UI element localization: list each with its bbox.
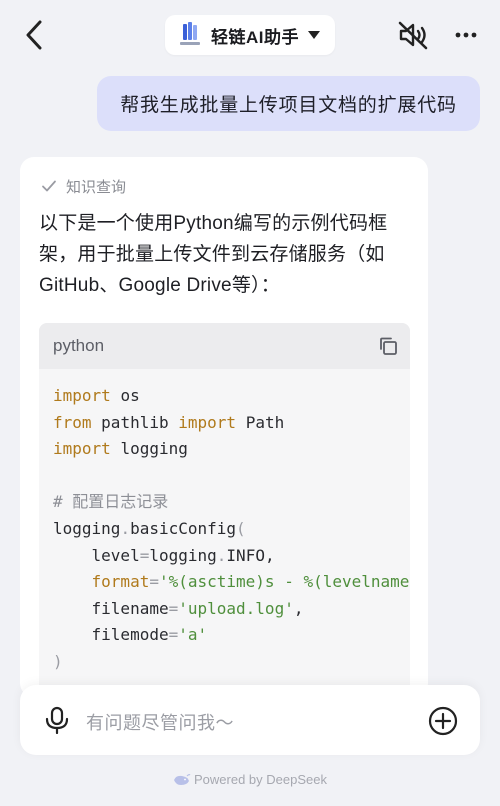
code-token: level: [91, 545, 140, 565]
answer-intro-text: 以下是一个使用Python编写的示例代码框架，用于批量上传文件到云存储服务（如G…: [39, 213, 388, 296]
code-token: logging: [149, 545, 217, 565]
knowledge-query-status[interactable]: 知识查询: [40, 175, 126, 197]
code-string: 'upload.log': [178, 598, 294, 618]
chevron-left-icon: [26, 20, 42, 50]
copy-icon: [380, 337, 397, 355]
code-comment: # 配置日志记录: [53, 492, 169, 512]
code-line: import os: [53, 383, 410, 410]
assistant-answer-card: 知识查询 以下是一个使用Python编写的示例代码框架，用于批量上传文件到云存储…: [20, 157, 428, 697]
deepseek-whale-icon: [174, 773, 191, 785]
code-line: # 配置日志记录: [53, 489, 410, 516]
code-content: import os from pathlib import Path import …: [39, 369, 410, 676]
more-dots-icon: [455, 32, 477, 38]
code-block: python import os from pathlib import Path…: [39, 323, 410, 697]
code-line: filemode='a': [53, 622, 410, 649]
code-token: basicConfig: [130, 518, 237, 538]
code-line: logging.basicConfig(: [53, 516, 410, 543]
code-token: logging: [120, 439, 188, 459]
code-token: =: [149, 572, 159, 592]
code-token: import: [178, 412, 237, 432]
code-token: =: [168, 598, 179, 618]
code-line: level=logging.INFO,: [53, 543, 410, 570]
user-message-bubble: 帮我生成批量上传项目文档的扩展代码: [97, 76, 480, 131]
code-token: os: [120, 386, 140, 405]
code-token: INFO,: [226, 545, 275, 565]
code-token: =: [168, 625, 179, 645]
code-token: import: [53, 439, 111, 459]
code-token: .: [120, 518, 131, 538]
code-line: ): [53, 649, 410, 676]
code-token: import: [53, 386, 111, 405]
code-token: ): [53, 651, 63, 671]
mute-button[interactable]: [396, 20, 430, 50]
check-icon: [42, 180, 56, 192]
code-token: ,: [293, 598, 304, 618]
chat-input-field[interactable]: 有问题尽管问我～: [86, 709, 234, 735]
code-token: .: [216, 545, 227, 565]
code-token: format: [91, 572, 150, 592]
speaker-muted-icon: [398, 21, 428, 50]
voice-input-button[interactable]: [44, 706, 70, 735]
assistant-title: 轻链AI助手: [211, 27, 299, 47]
knowledge-query-label: 知识查询: [66, 178, 127, 196]
code-line: import logging: [53, 436, 410, 463]
code-token: from: [53, 412, 92, 432]
microphone-icon: [45, 706, 69, 735]
top-bar: 轻链AI助手: [0, 0, 500, 70]
code-line: from pathlib import Path: [53, 410, 410, 437]
code-header: python: [39, 323, 410, 369]
powered-by-text: Powered by DeepSeek: [194, 772, 327, 787]
powered-by-footer: Powered by DeepSeek: [0, 772, 500, 787]
more-options-button[interactable]: [450, 22, 482, 48]
app-logo-icon: [177, 22, 203, 48]
plus-circle-icon: [428, 706, 458, 736]
copy-code-button[interactable]: [378, 336, 398, 356]
code-line: format='%(asctime)s - %(levelname)s - %(…: [53, 569, 410, 596]
code-line: filename='upload.log',: [53, 596, 410, 623]
code-token: =: [139, 545, 150, 565]
code-language-label: python: [53, 336, 105, 355]
code-token: Path: [245, 412, 285, 432]
add-attachment-button[interactable]: [428, 706, 458, 736]
code-token: pathlib: [101, 412, 169, 432]
code-token: filemode: [91, 625, 169, 645]
code-token: (: [236, 518, 246, 538]
code-token: filename: [91, 598, 169, 618]
code-string: 'a': [178, 625, 208, 645]
back-button[interactable]: [20, 18, 48, 52]
chat-input-bar: 有问题尽管问我～: [20, 685, 480, 755]
code-string: '%(asctime)s - %(levelname)s - %(message…: [158, 572, 410, 592]
assistant-switcher[interactable]: 轻链AI助手: [165, 15, 335, 55]
caret-down-icon: [307, 28, 321, 42]
code-token: logging: [53, 518, 121, 538]
